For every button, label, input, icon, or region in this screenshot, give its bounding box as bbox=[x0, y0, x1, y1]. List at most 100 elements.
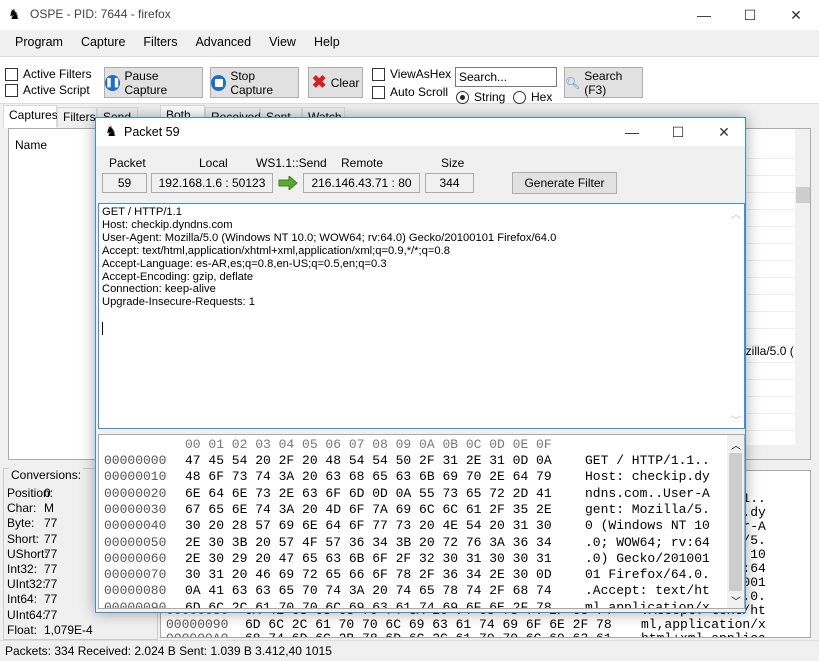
hex-bytes: 48 6F 73 74 3A 20 63 68 65 63 6B 69 70 2… bbox=[185, 469, 552, 485]
label: Hex bbox=[531, 90, 553, 104]
app-icon: ♞ bbox=[8, 6, 21, 22]
label: Stop Capture bbox=[230, 68, 274, 97]
tab-filters[interactable]: Filters bbox=[57, 107, 97, 127]
search-button[interactable]: 🔍︎ Search (F3) bbox=[564, 67, 643, 98]
dialog-maximize-button[interactable]: ☐ bbox=[655, 117, 701, 147]
conversion-value: 77 bbox=[44, 546, 58, 561]
size-label: Size bbox=[441, 156, 465, 170]
tab-captures[interactable]: Captures bbox=[3, 105, 58, 128]
text-line: GET / HTTP/1.1 bbox=[102, 206, 182, 218]
stop-icon bbox=[211, 74, 227, 91]
stop-capture-button[interactable]: Stop Capture bbox=[210, 67, 299, 98]
text-line: Host: checkip.dyndns.com bbox=[102, 218, 233, 231]
hex-ascii: ml,application/x bbox=[641, 617, 766, 632]
dialog-title: Packet 59 bbox=[124, 125, 180, 139]
conversion-label: UShort: bbox=[7, 546, 48, 561]
close-button[interactable]: ✕ bbox=[773, 0, 819, 30]
conversion-value: 0 bbox=[44, 486, 51, 500]
menu-program[interactable]: Program bbox=[6, 31, 72, 55]
view-as-hex-checkbox[interactable]: ViewAsHex bbox=[372, 67, 451, 81]
hex-bytes: 67 65 6E 74 3A 20 4D 6F 7A 69 6C 6C 61 2… bbox=[185, 501, 552, 517]
scroll-thumb[interactable] bbox=[729, 453, 742, 591]
conversion-value: 1,079E-4 bbox=[44, 622, 93, 637]
hex-radio[interactable]: Hex bbox=[513, 90, 552, 104]
hex-view[interactable]: ︿ ﹀ 00 01 02 03 04 05 06 07 08 09 0A 0B … bbox=[98, 434, 745, 609]
hex-ascii: 01 Firefox/64.0. bbox=[585, 567, 710, 583]
hex-column-header: 00 01 02 03 04 05 06 07 08 09 0A 0B 0C 0… bbox=[185, 436, 552, 452]
search-input-value: Search... bbox=[459, 70, 508, 84]
hex-ascii: ndns.com..User-A bbox=[585, 485, 710, 501]
clear-x-icon: ✖ bbox=[311, 72, 327, 92]
conversion-label: Float: bbox=[7, 622, 38, 637]
dialog-title-bar: ♞ Packet 59 — ☐ ✕ bbox=[96, 118, 745, 146]
conversion-value: 77 bbox=[44, 577, 58, 592]
menu-filters[interactable]: Filters bbox=[134, 31, 186, 55]
hex-ascii: .0; WOW64; rv:64 bbox=[585, 534, 710, 550]
conversion-label: Position: bbox=[7, 486, 54, 500]
hex-bytes: 6D 6C 2C 61 70 70 6C 69 63 61 74 69 6F 6… bbox=[185, 599, 552, 609]
active-filters-checkbox[interactable]: Active Filters bbox=[5, 67, 92, 81]
captures-list[interactable]: Name bbox=[8, 128, 100, 460]
hex-bytes: 47 45 54 20 2F 20 48 54 54 50 2F 31 2E 3… bbox=[185, 453, 552, 468]
vertical-scrollbar[interactable] bbox=[795, 129, 810, 445]
hex-bytes: 30 31 20 46 69 72 65 66 6F 78 2F 36 34 2… bbox=[185, 567, 552, 583]
dialog-minimize-button[interactable]: — bbox=[609, 117, 655, 147]
packet-text-area[interactable]: GET / HTTP/1.1 Host: checkip.dyndns.com Us… bbox=[98, 203, 745, 429]
remote-address-field: 216.146.43.71 : 80 bbox=[303, 173, 420, 193]
hex-ascii: ml,application/x bbox=[585, 599, 710, 609]
hex-ascii: .Accept: text/ht bbox=[585, 583, 710, 599]
hex-bytes: 6E 64 6E 73 2E 63 6F 6D 0D 0A 55 73 65 7… bbox=[185, 485, 552, 501]
active-script-checkbox[interactable]: Active Script bbox=[5, 83, 90, 97]
search-input[interactable]: Search... bbox=[455, 67, 557, 87]
conversion-label: Byte: bbox=[7, 516, 35, 531]
dialog-close-button[interactable]: ✕ bbox=[701, 117, 747, 147]
conversion-value: 77 bbox=[44, 531, 58, 546]
hex-scrollbar[interactable]: ︿ ﹀ bbox=[727, 435, 744, 608]
local-label: Local bbox=[199, 156, 228, 170]
hex-ascii: gent: Mozilla/5. bbox=[585, 501, 710, 517]
menu-capture[interactable]: Capture bbox=[72, 31, 134, 55]
size-field: 344 bbox=[425, 173, 474, 193]
hex-offset: 00000020 bbox=[104, 485, 167, 501]
text-line: Accept-Encoding: gzip, deflate bbox=[102, 270, 254, 283]
hex-ascii: .0) Gecko/201001 bbox=[585, 550, 710, 566]
hex-offset: 00000050 bbox=[104, 534, 167, 550]
send-arrow-icon bbox=[278, 176, 298, 190]
hex-bytes: 2E 30 3B 20 57 4F 57 36 34 3B 20 72 76 3… bbox=[185, 534, 552, 550]
hex-ascii: 0 (Windows NT 10 bbox=[585, 518, 710, 534]
label: Active Filters bbox=[23, 67, 92, 81]
minimize-button[interactable]: — bbox=[681, 0, 727, 30]
label: Generate Filter bbox=[524, 176, 605, 190]
hex-offset: 00000090 bbox=[166, 617, 229, 632]
scroll-thumb[interactable] bbox=[796, 187, 810, 203]
magnifier-icon: 🔍︎ bbox=[565, 75, 581, 90]
menu-bar: Program Capture Filters Advanced View Help bbox=[0, 31, 819, 55]
menu-help[interactable]: Help bbox=[305, 31, 349, 55]
pause-capture-button[interactable]: ❚❚ Pause Capture bbox=[104, 67, 203, 98]
menu-view[interactable]: View bbox=[260, 31, 305, 55]
label: Active Script bbox=[23, 83, 90, 97]
text-line: Accept: text/html,application/xhtml+xml,… bbox=[102, 244, 450, 257]
name-column-header: Name bbox=[15, 138, 48, 152]
generate-filter-button[interactable]: Generate Filter bbox=[512, 172, 617, 194]
text-scrollbar[interactable]: ︿ ﹀ bbox=[727, 204, 744, 428]
menu-advanced[interactable]: Advanced bbox=[186, 31, 260, 55]
pause-icon: ❚❚ bbox=[105, 74, 121, 91]
maximize-button[interactable]: ☐ bbox=[727, 0, 773, 30]
string-radio[interactable]: String bbox=[456, 90, 505, 104]
conversion-value: 77 bbox=[44, 592, 58, 607]
direction-label: WS1.1::Send bbox=[256, 156, 327, 170]
clear-button[interactable]: ✖ Clear bbox=[308, 67, 363, 98]
hex-ascii: html+xml,applica bbox=[641, 631, 766, 637]
conversion-value: 77 bbox=[44, 561, 58, 576]
hex-offset: 00000070 bbox=[104, 567, 167, 583]
title-bar: ♞ OSPE - PID: 7644 - firefox — ☐ ✕ bbox=[0, 0, 819, 30]
hex-offset: 00000060 bbox=[104, 550, 167, 566]
hex-bytes: 0A 41 63 63 65 70 74 3A 20 74 65 78 74 2… bbox=[185, 583, 552, 599]
hex-bytes: 6D 6C 2C 61 70 70 6C 69 63 61 74 69 6F 6… bbox=[245, 617, 612, 632]
auto-scroll-checkbox[interactable]: Auto Scroll bbox=[372, 85, 448, 99]
conversion-label: Int64: bbox=[7, 592, 38, 607]
local-address-field: 192.168.1.6 : 50123 bbox=[151, 173, 273, 193]
packet-label: Packet bbox=[109, 156, 146, 170]
hex-bytes: 2E 30 29 20 47 65 63 6B 6F 2F 32 30 31 3… bbox=[185, 550, 552, 566]
